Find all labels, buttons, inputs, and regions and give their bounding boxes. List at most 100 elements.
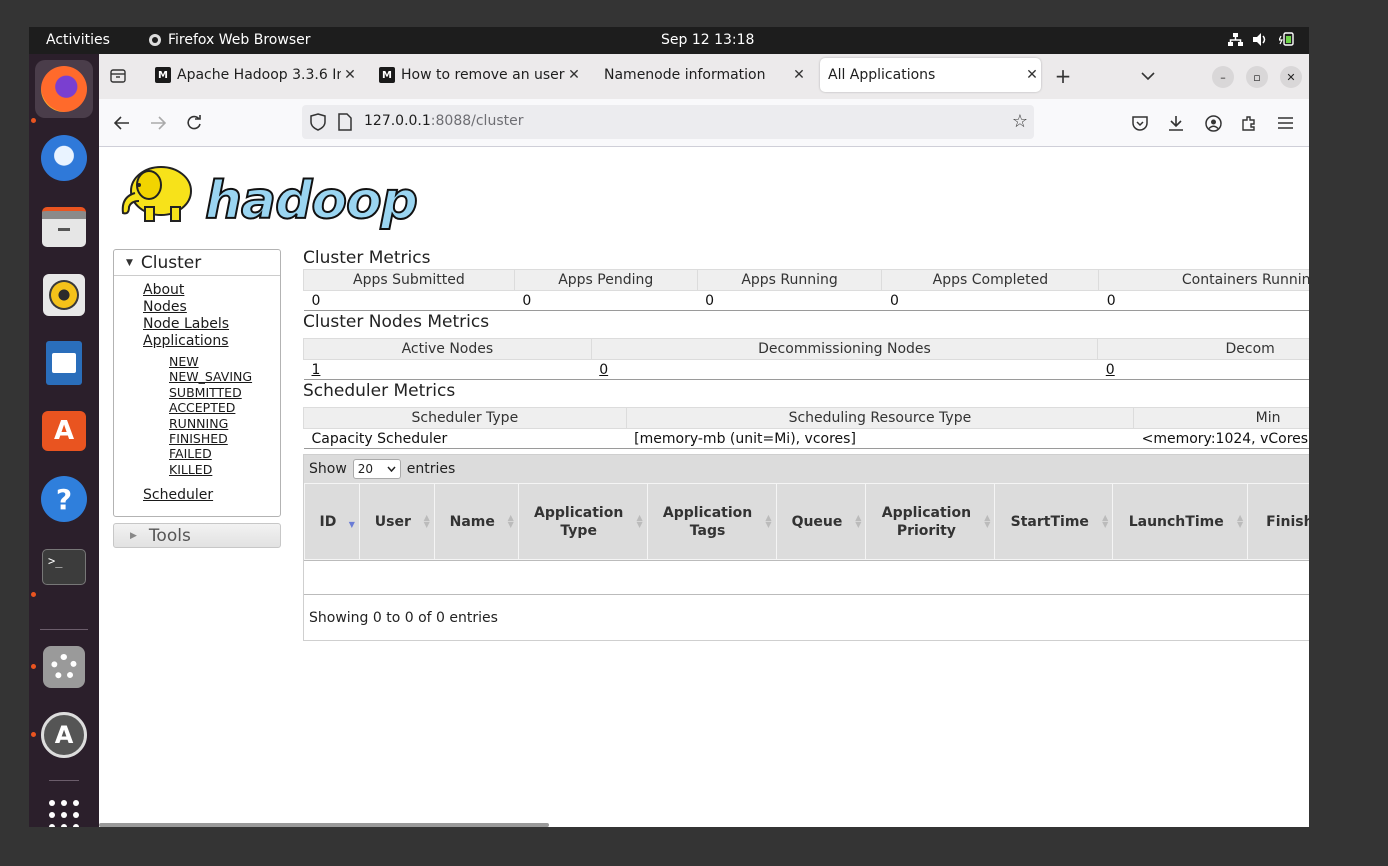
metric-value: 0 <box>303 290 515 311</box>
state-link-failed[interactable]: FAILED <box>169 446 280 461</box>
dock-files[interactable] <box>35 198 93 256</box>
libreoffice-writer-icon <box>46 341 82 385</box>
metric-header: Apps Pending <box>513 269 698 291</box>
reload-button[interactable] <box>182 111 206 135</box>
tracking-protection-shield-icon[interactable] <box>310 113 326 131</box>
metric-header: Min <box>1133 407 1309 429</box>
account-icon <box>1204 114 1222 132</box>
state-link-submitted[interactable]: SUBMITTED <box>169 385 280 400</box>
decommissioning-nodes-link[interactable]: 0 <box>599 362 608 378</box>
applications-length-control: Show 20 entries <box>304 455 1309 483</box>
dock-rhythmbox[interactable] <box>35 266 93 324</box>
state-link-running[interactable]: RUNNING <box>169 416 280 431</box>
metric-header: Apps Running <box>696 269 883 291</box>
app-menu[interactable]: Firefox Web Browser <box>148 32 311 48</box>
url-bar[interactable]: 127.0.0.1:8088/cluster ☆ <box>302 105 1034 139</box>
metric-value: 0 <box>514 290 698 311</box>
software-updater-icon: A <box>41 712 87 758</box>
cluster-metrics-title: Cluster Metrics <box>303 248 431 268</box>
dock-settings[interactable] <box>35 638 93 696</box>
chevron-down-icon <box>387 466 396 472</box>
battery-icon <box>1279 32 1295 46</box>
url-host: 127.0.0.1 <box>364 113 431 129</box>
activities-button[interactable]: Activities <box>46 32 110 48</box>
tools-nav-label: Tools <box>148 525 191 546</box>
column-header-application-priority[interactable]: Application Priority ▲ ▼ <box>865 483 996 560</box>
close-tab-icon[interactable]: ✕ <box>565 67 583 83</box>
state-link-new-saving[interactable]: NEW_SAVING <box>169 369 280 384</box>
tab-title: Apache Hadoop 3.3.6 Inst <box>177 67 341 83</box>
dock-firefox[interactable] <box>35 60 93 118</box>
firefox-window: M Apache Hadoop 3.3.6 Inst ✕ M How to re… <box>99 54 1309 827</box>
entries-per-page-select[interactable]: 20 <box>352 459 401 479</box>
scheduler-metrics-title: Scheduler Metrics <box>303 381 456 401</box>
account-button[interactable] <box>1201 111 1225 135</box>
tab-namenode[interactable]: Namenode information ✕ <box>596 58 808 92</box>
tools-nav-header[interactable]: ▶ Tools <box>113 523 281 549</box>
new-tab-button[interactable]: + <box>1052 64 1074 88</box>
dock-libreoffice-writer[interactable] <box>35 334 93 392</box>
cluster-metrics-table: Apps Submitted Apps Pending Apps Running… <box>303 269 1309 311</box>
minimize-icon: – <box>1220 70 1226 84</box>
page-info-icon[interactable] <box>338 113 352 131</box>
column-label: LaunchTime <box>1128 513 1224 530</box>
dock-thunderbird[interactable] <box>35 129 93 187</box>
dock-separator <box>49 780 79 781</box>
applications-empty-body <box>304 560 1309 594</box>
hadoop-logo[interactable]: hadoop <box>115 153 419 232</box>
state-link-new[interactable]: NEW <box>169 354 280 369</box>
metric-value: 0 <box>1098 290 1309 311</box>
nav-link-scheduler[interactable]: Scheduler <box>143 487 280 504</box>
column-header-finish-time[interactable]: Finish <box>1247 483 1309 560</box>
column-header-user[interactable]: User ▲ ▼ <box>358 483 435 560</box>
close-tab-icon[interactable]: ✕ <box>790 67 808 83</box>
column-header-queue[interactable]: Queue ▲ ▼ <box>775 483 867 560</box>
state-link-finished[interactable]: FINISHED <box>169 431 280 446</box>
decommissioned-nodes-link[interactable]: 0 <box>1106 362 1115 378</box>
app-menu-button[interactable] <box>1273 111 1297 135</box>
active-nodes-link[interactable]: 1 <box>312 362 321 378</box>
firefox-view-icon[interactable] <box>107 65 129 87</box>
nav-link-applications[interactable]: Applications <box>143 333 280 350</box>
column-header-launch-time[interactable]: LaunchTime ▲ ▼ <box>1112 483 1249 560</box>
nav-link-node-labels[interactable]: Node Labels <box>143 316 280 333</box>
tab-hadoop-install[interactable]: M Apache Hadoop 3.3.6 Inst ✕ <box>147 58 359 92</box>
close-tab-icon[interactable]: ✕ <box>1023 67 1041 83</box>
column-header-application-type[interactable]: Application Type ▲ ▼ <box>517 483 648 560</box>
close-window-button[interactable]: ✕ <box>1280 66 1302 88</box>
dock-app-center[interactable]: A <box>35 402 93 460</box>
tab-remove-user[interactable]: M How to remove an user a ✕ <box>371 58 583 92</box>
dock-help[interactable]: ? <box>35 470 93 528</box>
back-button[interactable] <box>110 111 134 135</box>
dock-software-updater[interactable]: A <box>35 706 93 764</box>
list-all-tabs-button[interactable] <box>1137 65 1159 87</box>
tab-strip: M Apache Hadoop 3.3.6 Inst ✕ M How to re… <box>99 54 1309 99</box>
column-header-id[interactable]: ID ▼ <box>304 483 360 560</box>
state-link-killed[interactable]: KILLED <box>169 462 280 477</box>
clock[interactable]: Sep 12 13:18 <box>661 32 754 48</box>
column-label: ID <box>319 513 337 530</box>
maximize-button[interactable]: ▫ <box>1246 66 1268 88</box>
column-header-name[interactable]: Name ▲ ▼ <box>433 483 519 560</box>
downloads-button[interactable] <box>1164 111 1188 135</box>
forward-arrow-icon <box>151 116 166 130</box>
pocket-button[interactable] <box>1128 111 1152 135</box>
dock-terminal[interactable]: >_ <box>35 538 93 596</box>
column-header-application-tags[interactable]: Application Tags ▲ ▼ <box>646 483 777 560</box>
bookmark-star-icon[interactable]: ☆ <box>1012 111 1028 132</box>
url-text[interactable]: 127.0.0.1:8088/cluster <box>364 113 523 129</box>
nav-link-nodes[interactable]: Nodes <box>143 299 280 316</box>
sort-icon: ▲ ▼ <box>636 513 643 529</box>
extensions-button[interactable] <box>1237 111 1261 135</box>
state-link-accepted[interactable]: ACCEPTED <box>169 400 280 415</box>
close-tab-icon[interactable]: ✕ <box>341 67 359 83</box>
dock-show-apps[interactable] <box>35 786 93 827</box>
system-status-area[interactable] <box>1227 32 1295 46</box>
nav-link-about[interactable]: About <box>143 282 280 299</box>
forward-button[interactable] <box>146 111 170 135</box>
horizontal-scrollbar[interactable] <box>99 823 549 827</box>
minimize-button[interactable]: – <box>1212 66 1234 88</box>
tab-all-applications[interactable]: All Applications ✕ <box>820 58 1041 92</box>
column-header-start-time[interactable]: StartTime ▲ ▼ <box>994 483 1114 560</box>
cluster-nav-header[interactable]: ▼ Cluster <box>114 250 280 276</box>
